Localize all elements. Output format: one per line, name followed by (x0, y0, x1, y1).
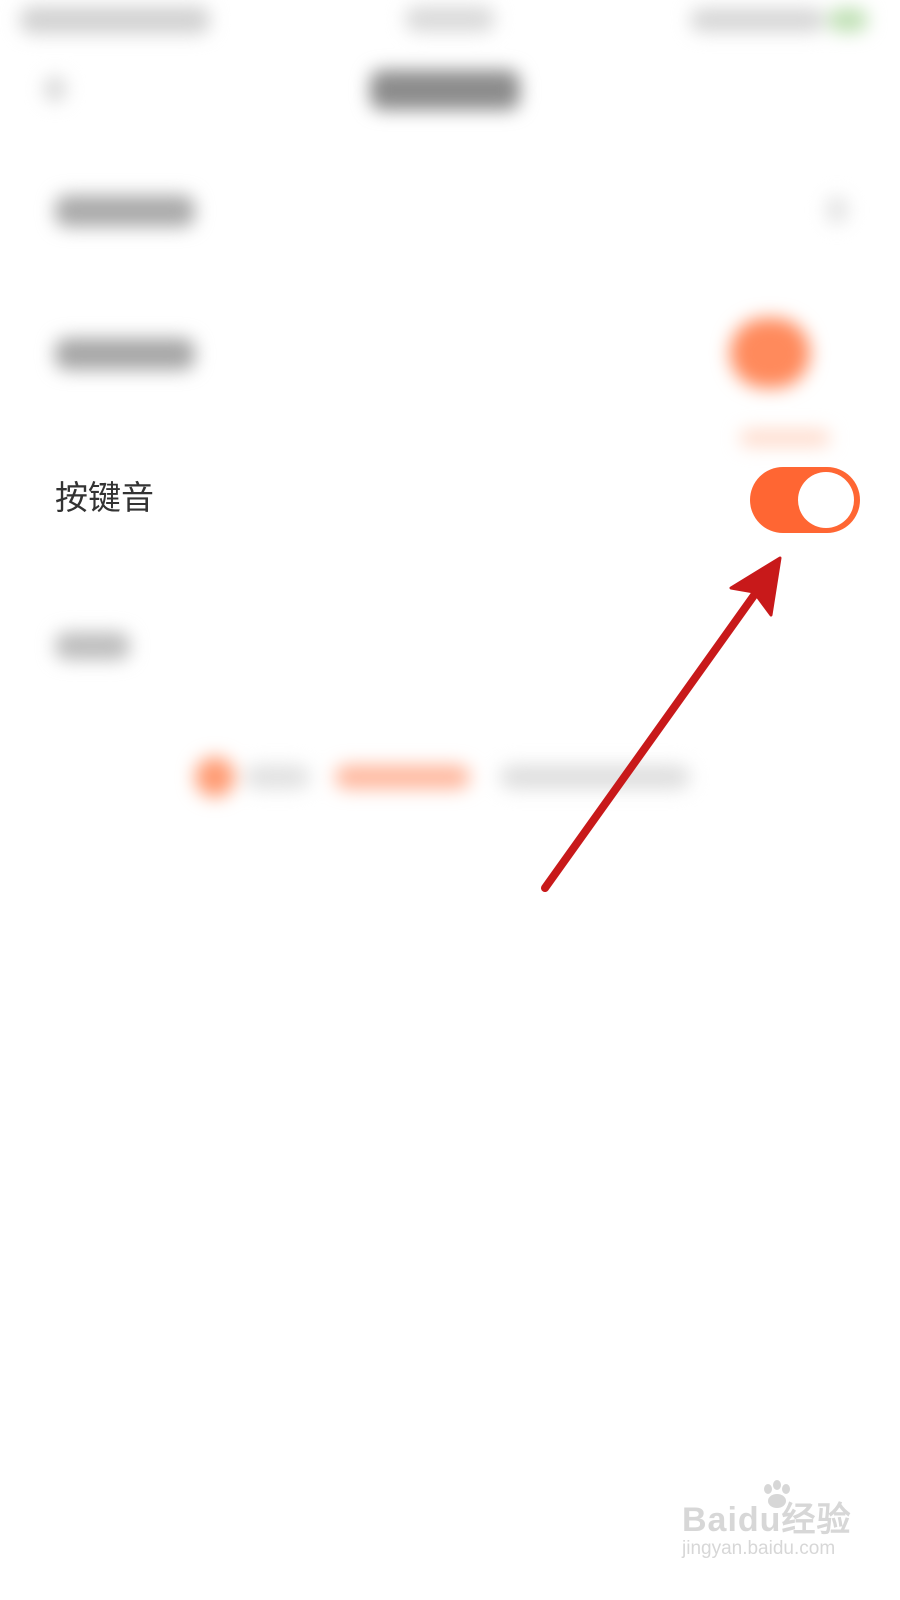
status-bar-left (20, 6, 210, 34)
status-bar-time (405, 6, 495, 32)
setting-row-2-label[interactable] (55, 338, 195, 370)
setting-row-4-label[interactable] (55, 632, 130, 660)
baidu-jingyan-watermark: Baidu经验 jingyan.baidu.com (682, 1480, 882, 1580)
setting-row-1-label[interactable] (55, 195, 195, 227)
setting-row-2-badge[interactable] (730, 318, 810, 388)
footer-dot-icon (195, 757, 235, 797)
footer-text-1 (245, 765, 310, 789)
footer-text-2 (500, 765, 690, 789)
page-title (370, 70, 520, 110)
chevron-right-icon[interactable] (826, 196, 848, 224)
back-icon[interactable] (44, 76, 66, 102)
key-sound-setting-row: 按键音 (0, 460, 900, 540)
paw-logo-icon (764, 1480, 790, 1508)
toggle-knob[interactable] (798, 472, 854, 528)
setting-row-2-subtext (740, 430, 830, 446)
key-sound-label: 按键音 (55, 478, 154, 517)
status-bar-right (690, 8, 825, 32)
footer-link[interactable] (335, 765, 470, 789)
watermark-url: jingyan.baidu.com (682, 1538, 836, 1559)
battery-icon (828, 8, 868, 32)
key-sound-toggle[interactable] (750, 467, 860, 533)
